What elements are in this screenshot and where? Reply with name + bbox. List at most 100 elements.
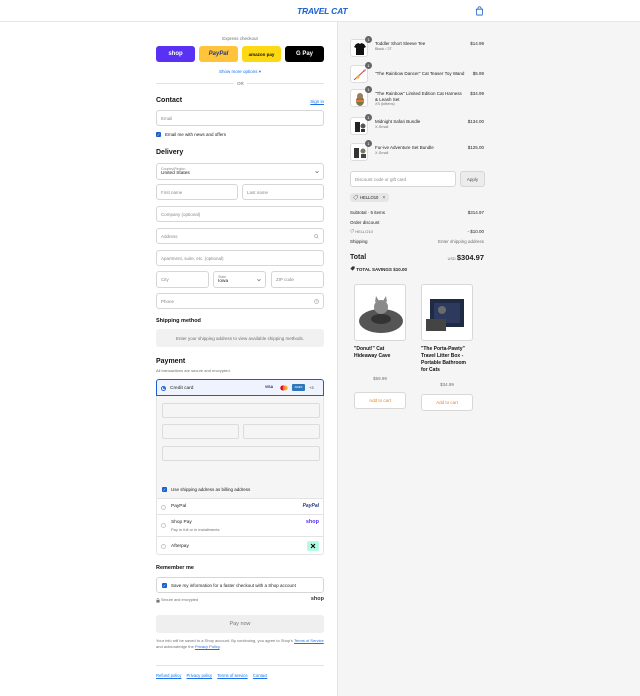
paypal-radio[interactable] [161,504,166,510]
legal-end: . [219,643,221,649]
tag-icon [350,266,355,271]
total-label: Total [350,254,367,261]
shipping-value: Enter shipping address [437,239,484,244]
security-code-field[interactable] [243,424,320,439]
order-item: 1 Midnight Safari Bundle X-Small $134.00 [350,114,484,137]
product-name[interactable]: "The Porta-Pawty" Travel Litter Box - Po… [421,346,473,374]
header: TRAVEL CAT [0,0,640,22]
item-name: "The Rainbow Dancer" Cat Teaser Toy Wand [375,71,465,76]
shop-pay-radio[interactable] [161,523,166,528]
shipping-method-heading: Shipping method [156,318,201,324]
shop-pay-option[interactable]: Shop Pay Pay in full or in installments … [156,515,324,537]
phone-placeholder: Phone [161,298,175,304]
show-more-options-link[interactable]: Show more options ▾ [156,69,324,75]
privacy-link[interactable]: Privacy Policy [195,644,220,649]
apartment-field[interactable]: Apartment, suite, etc. (optional) [156,250,324,266]
contact-heading: Contact [156,97,183,104]
order-discount-row: Order discount [350,220,484,225]
discount-code-field[interactable]: Discount code or gift card [350,171,456,187]
add-to-cart-button[interactable]: Add to cart [421,394,473,411]
currency-code: USD [447,257,456,261]
first-name-field[interactable]: First name [156,184,238,200]
address-field[interactable]: Address [156,228,324,244]
discount-code-row: HELLO10 - $10.00 [350,229,484,234]
remember-me-label: Save my information for a faster checkou… [171,583,296,588]
news-checkbox[interactable]: ✓ [156,132,161,137]
sign-in-link[interactable]: Sign in [310,99,324,104]
total-amount: USD $304.97 [448,253,484,262]
paypal-button[interactable]: PayPal [199,46,238,62]
item-name: Midnight Safari Bundle [375,119,421,124]
expiry-field[interactable] [162,424,239,439]
privacy-policy-link[interactable]: Privacy policy [187,673,213,678]
store-logo[interactable]: TRAVEL CAT [297,6,348,16]
last-name-field[interactable]: Last name [242,184,324,200]
quantity-badge: 1 [365,62,372,69]
remember-me-box: ✓ Save my information for a faster check… [156,577,324,593]
visa-icon: VISA [265,385,274,389]
remember-me-checkbox[interactable]: ✓ [162,583,167,588]
credit-card-option[interactable]: Credit card VISA AMEX +3 [156,379,324,396]
quantity-badge: 1 [365,140,372,147]
subtotal-value: $314.97 [467,210,484,215]
remove-discount-icon[interactable]: × [382,195,385,201]
total-savings-row: TOTAL SAVINGS $10.00 [350,266,484,272]
chevron-down-icon [257,278,261,282]
shipping-label: Shipping [350,239,368,244]
terms-link[interactable]: Terms of Service [294,638,324,643]
afterpay-radio[interactable] [161,543,166,549]
shopping-bag-icon[interactable] [475,6,484,16]
country-select[interactable]: Country/Region United States [156,163,324,180]
email-field[interactable]: Email [156,110,324,126]
quantity-badge: 1 [365,86,372,93]
google-pay-button[interactable]: G Pay [285,46,324,62]
afterpay-option[interactable]: Afterpay [156,537,324,555]
pay-now-button[interactable]: Pay now [156,615,324,633]
billing-address-checkbox[interactable]: ✓ [162,487,167,492]
apply-button[interactable]: Apply [460,171,485,187]
payment-subtitle: All transactions are secure and encrypte… [156,368,231,373]
paypal-option[interactable]: PayPal PayPal [156,499,324,515]
order-item: 1 "The Rainbow Dancer" Cat Teaser Toy Wa… [350,62,484,85]
news-checkbox-label: Email me with news and offers [165,132,226,137]
help-icon[interactable]: ? [314,299,319,304]
legal-copy: Your info will be saved to a Shop accoun… [156,638,293,643]
shop-pay-subtitle: Pay in full or in installments [171,527,220,532]
payment-heading: Payment [156,358,186,365]
refund-policy-link[interactable]: Refund policy [156,673,181,678]
footer-divider [156,665,324,666]
discount-value: - $10.00 [467,229,484,234]
tag-icon [353,195,358,200]
credit-card-label: Credit card [170,386,194,391]
shop-pay-button[interactable]: shop [156,46,195,62]
city-field[interactable]: City [156,271,209,288]
amazon-pay-button[interactable]: amazon pay [242,46,281,62]
product-image[interactable] [354,284,406,341]
shipping-method-message: Enter your shipping address to view avai… [156,329,324,347]
item-variant: X-Small [375,151,389,155]
product-price: $59.99 [373,376,387,381]
billing-address-label: Use shipping address as billing address [171,487,251,492]
remember-me-heading: Remember me [156,565,194,571]
state-select[interactable]: State Iowa [213,271,266,288]
total-savings-value: $10.00 [393,267,407,272]
add-to-cart-button[interactable]: Add to cart [354,392,406,409]
product-name[interactable]: "Donut!" Cat Hideaway Cave [354,346,406,360]
terms-of-service-link[interactable]: Terms of service [217,673,247,678]
name-on-card-field[interactable] [162,446,320,461]
more-cards-badge: +3 [309,385,314,390]
phone-field[interactable]: Phone ? [156,293,324,309]
item-price: $125.00 [467,145,484,150]
zip-field[interactable]: ZIP code [271,271,324,288]
item-name: Toddler Short Sleeve Tee [375,41,426,46]
tag-icon [350,229,354,233]
product-image[interactable] [421,284,473,341]
contact-link[interactable]: Contact [253,673,267,678]
card-number-field[interactable] [162,403,320,418]
company-field[interactable]: Company (optional) [156,206,324,222]
or-separator: OR [234,81,247,86]
credit-card-radio[interactable] [161,385,166,391]
afterpay-label: Afterpay [171,544,189,549]
search-icon [314,234,319,239]
secure-text: Secure and encrypted [161,598,199,602]
